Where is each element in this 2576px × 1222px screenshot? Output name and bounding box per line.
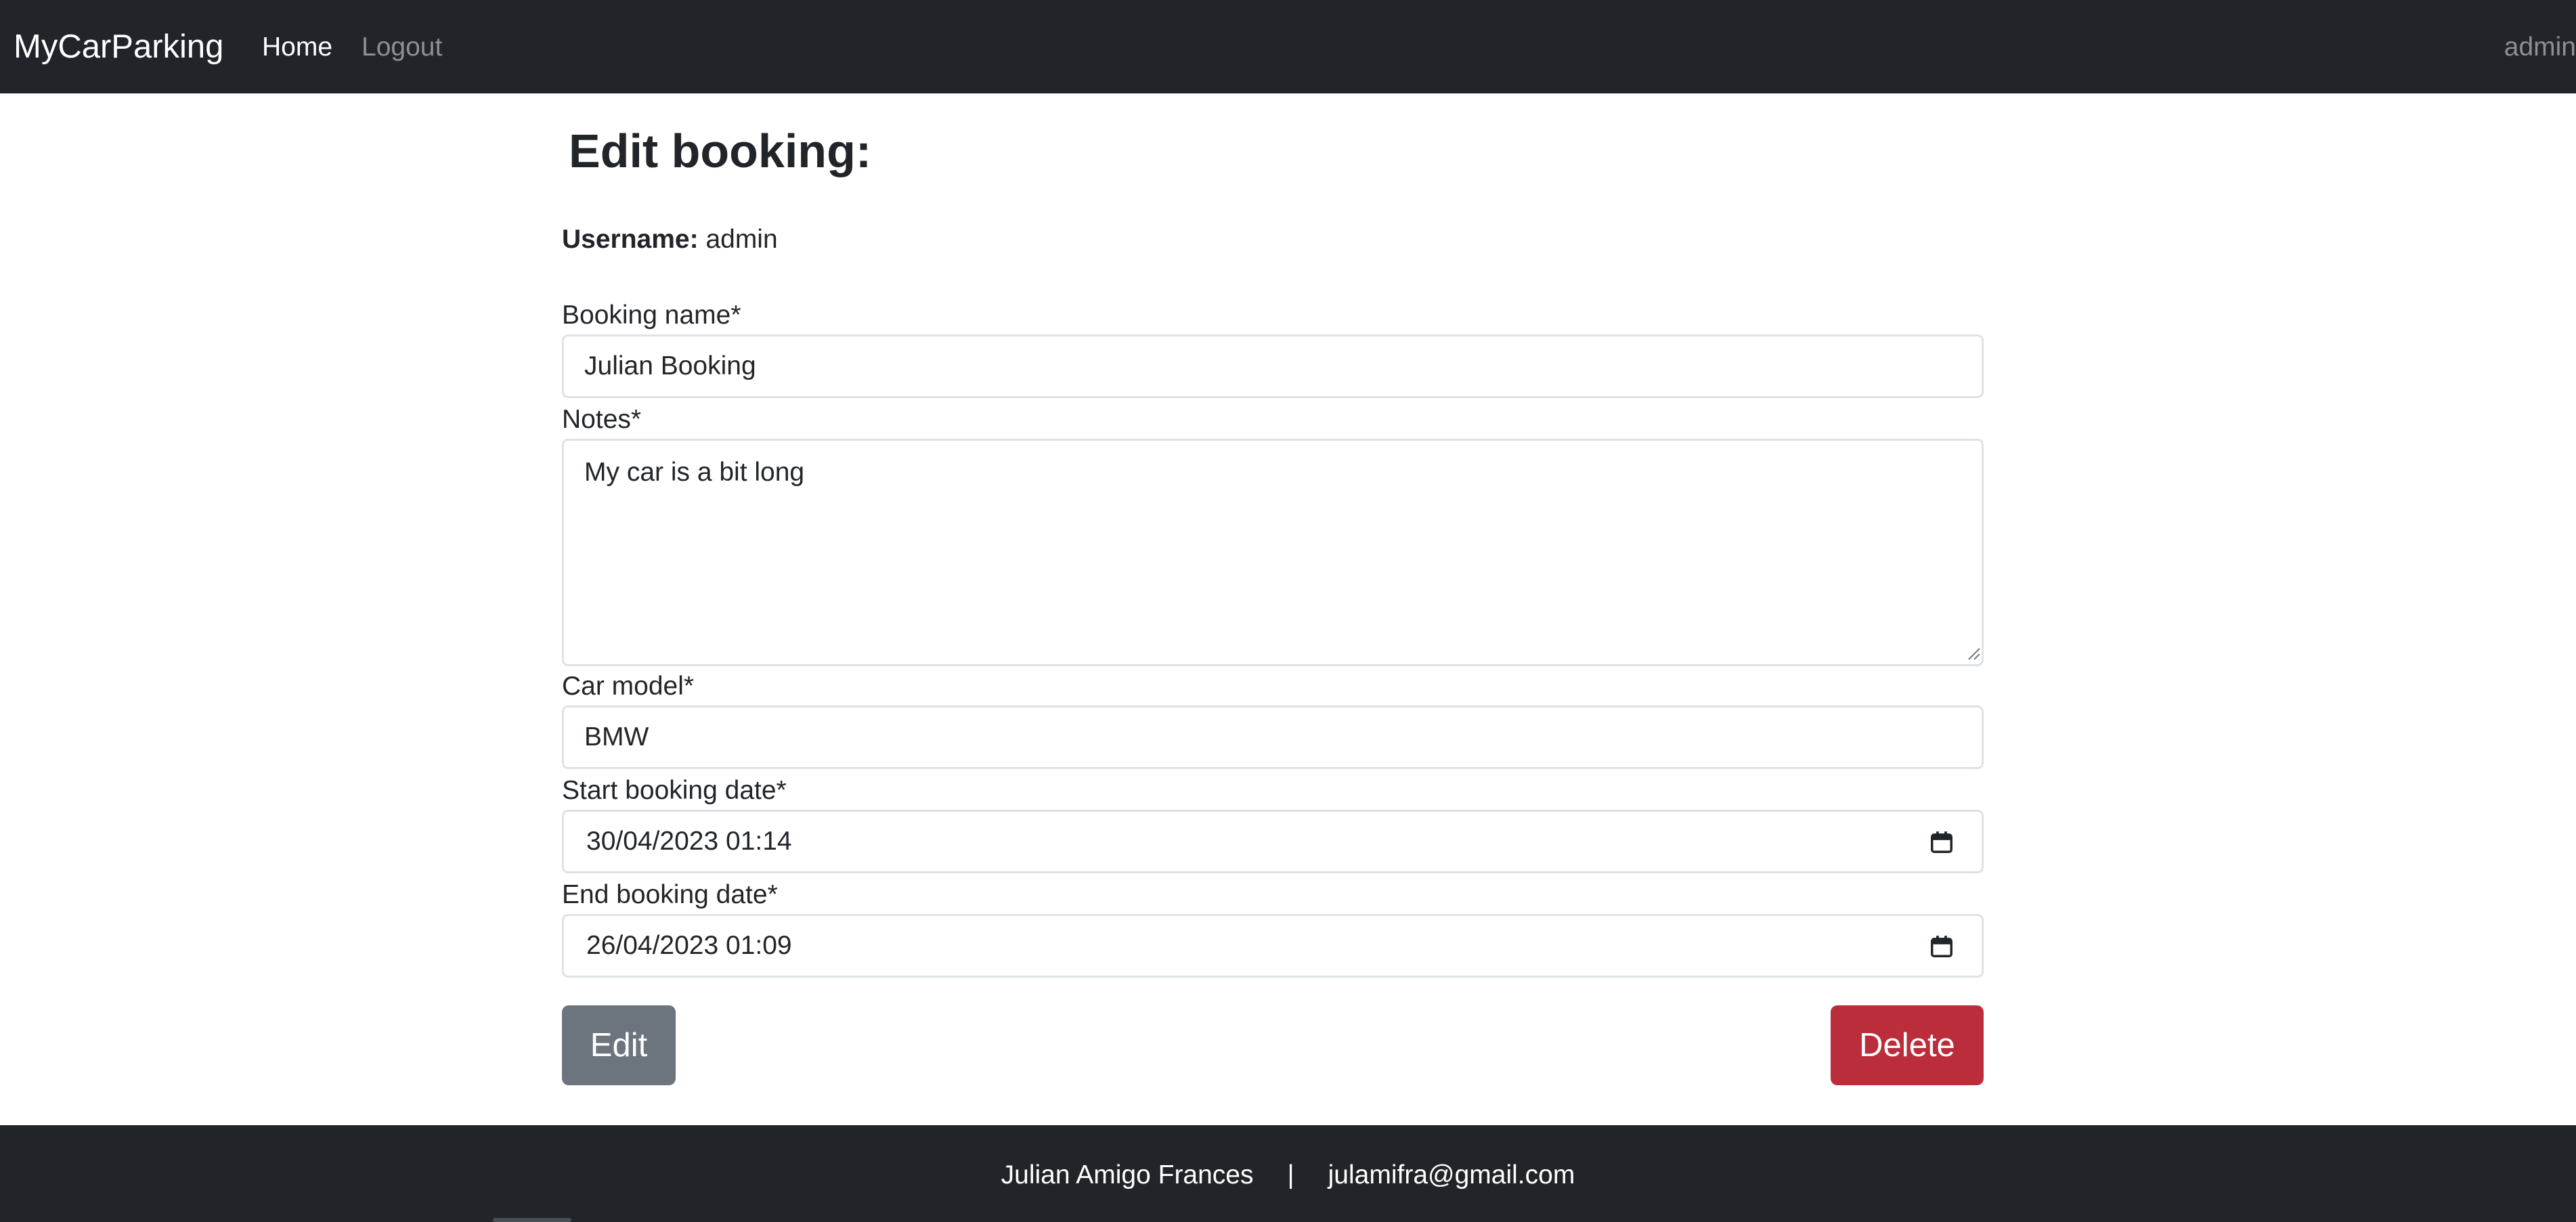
resize-grip-icon[interactable]	[1966, 646, 1981, 661]
start-date-label: Start booking date*	[562, 776, 787, 805]
notes-textarea[interactable]: My car is a bit long	[562, 439, 1984, 666]
top-navbar: MyCarParking Home Logout admin	[0, 0, 2576, 93]
footer: Julian Amigo Frances | julamifra@gmail.com	[0, 1125, 2576, 1222]
nav-username: admin	[2504, 32, 2576, 62]
horizontal-scrollbar[interactable]	[493, 1218, 571, 1222]
car-model-input[interactable]	[562, 705, 1984, 769]
footer-text: Julian Amigo Frances | julamifra@gmail.com	[0, 1156, 2576, 1194]
username-value: admin	[705, 225, 778, 254]
page-title: Edit booking:	[569, 125, 872, 177]
start-date-value: 30/04/2023 01:14	[586, 827, 792, 856]
username-label: Username:	[562, 225, 699, 254]
footer-name: Julian Amigo Frances	[1001, 1160, 1254, 1190]
brand-logo[interactable]: MyCarParking	[14, 26, 223, 68]
footer-email[interactable]: julamifra@gmail.com	[1328, 1160, 1575, 1190]
username-display: Username: admin	[562, 221, 778, 259]
car-model-label: Car model*	[562, 672, 695, 701]
delete-button[interactable]: Delete	[1831, 1005, 1984, 1085]
nav-logout-link[interactable]: Logout	[362, 28, 442, 66]
calendar-icon[interactable]	[1929, 829, 1955, 855]
nav-home-link[interactable]: Home	[262, 28, 332, 66]
booking-name-label: Booking name*	[562, 301, 741, 330]
edit-button[interactable]: Edit	[562, 1005, 676, 1085]
notes-label: Notes*	[562, 405, 642, 434]
start-date-input[interactable]: 30/04/2023 01:14	[562, 810, 1984, 873]
booking-name-input[interactable]	[562, 334, 1984, 398]
footer-separator: |	[1287, 1160, 1294, 1190]
end-date-value: 26/04/2023 01:09	[586, 931, 792, 960]
end-date-input[interactable]: 26/04/2023 01:09	[562, 914, 1984, 978]
calendar-icon[interactable]	[1929, 934, 1955, 959]
end-date-label: End booking date*	[562, 880, 778, 909]
